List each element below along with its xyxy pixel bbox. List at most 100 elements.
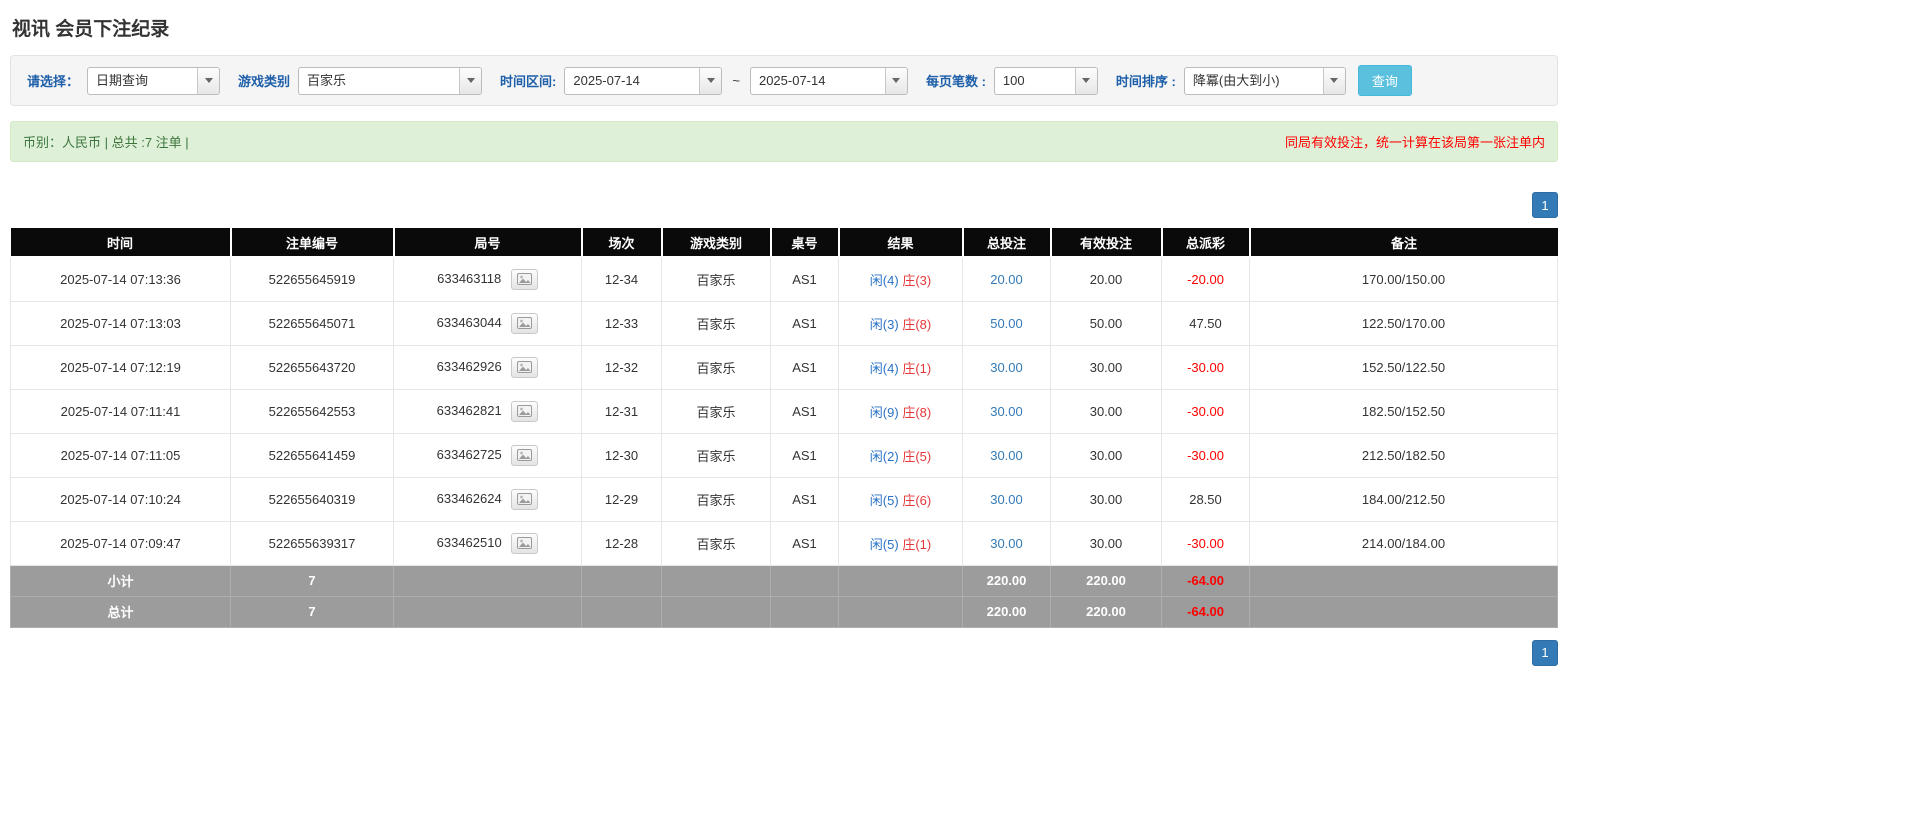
- cell-table-no: AS1: [770, 256, 839, 302]
- date-from-picker[interactable]: 2025-07-14: [564, 66, 723, 95]
- round-id-value: 633463118: [437, 270, 502, 286]
- cell-time: 2025-07-14 07:11:41: [10, 388, 231, 434]
- total-count: 7: [230, 595, 394, 628]
- query-type-select[interactable]: 日期查询: [87, 66, 221, 95]
- result-player: 闲(2): [869, 448, 899, 464]
- chevron-down-icon[interactable]: [459, 67, 482, 94]
- cell-empty: [661, 595, 771, 628]
- replay-button[interactable]: [511, 532, 539, 554]
- date-to-value: 2025-07-14: [758, 72, 826, 88]
- chevron-down-icon[interactable]: [197, 67, 220, 94]
- replay-button[interactable]: [510, 268, 538, 290]
- result-player: 闲(4): [869, 360, 899, 376]
- cell-bet-id: 522655645919: [230, 256, 394, 302]
- cell-table-no: AS1: [770, 520, 839, 566]
- cell-round-id: 633462821: [393, 388, 582, 434]
- bet-records-table: 时间 注单编号 局号 场次 游戏类别 桌号 结果 总投注 有效投注 总派彩 备注…: [10, 228, 1558, 628]
- cell-payout: -30.00: [1161, 520, 1250, 566]
- per-page-value: 100: [1002, 72, 1025, 88]
- subtotal-row: 小计 7 220.00 220.00 -64.00: [10, 564, 1558, 597]
- cell-total-bet[interactable]: 20.00: [962, 256, 1051, 302]
- cell-game-type: 百家乐: [661, 432, 771, 478]
- cell-session: 12-29: [581, 476, 662, 522]
- date-range-label: 时间区间:: [500, 74, 557, 89]
- cell-result: 闲(9) 庄(8): [838, 388, 963, 434]
- cell-session: 12-31: [581, 388, 662, 434]
- cell-empty: [770, 564, 839, 597]
- cell-remark: 212.50/182.50: [1249, 432, 1558, 478]
- cell-valid-bet: 30.00: [1050, 520, 1162, 566]
- replay-button[interactable]: [511, 400, 539, 422]
- cell-empty: [393, 595, 582, 628]
- currency-total-text: 币别：人民币 | 总共 :7 注单 |: [23, 135, 189, 150]
- subtotal-total-bet: 220.00: [962, 564, 1051, 597]
- subtotal-valid-bet: 220.00: [1050, 564, 1162, 597]
- sort-order-select[interactable]: 降冪(由大到小): [1183, 66, 1346, 95]
- chevron-down-icon[interactable]: [1074, 67, 1097, 94]
- cell-total-bet[interactable]: 50.00: [962, 300, 1051, 346]
- game-type-select[interactable]: 百家乐: [298, 66, 483, 95]
- search-button[interactable]: 查询: [1357, 65, 1412, 96]
- sort-order-value: 降冪(由大到小): [1192, 72, 1280, 88]
- cell-time: 2025-07-14 07:12:19: [10, 344, 231, 390]
- cell-table-no: AS1: [770, 388, 839, 434]
- cell-total-bet[interactable]: 30.00: [962, 432, 1051, 478]
- cell-table-no: AS1: [770, 476, 839, 522]
- cell-table-no: AS1: [770, 432, 839, 478]
- cell-bet-id: 522655640319: [230, 476, 394, 522]
- cell-empty: [1249, 564, 1558, 597]
- col-game-type: 游戏类别: [661, 228, 772, 258]
- table-row: 2025-07-14 07:10:24 522655640319 6334626…: [10, 476, 1558, 522]
- cell-time: 2025-07-14 07:13:36: [10, 256, 231, 302]
- replay-button[interactable]: [511, 444, 539, 466]
- cell-total-bet[interactable]: 30.00: [962, 520, 1051, 566]
- video-replay-icon: [517, 405, 533, 417]
- summary-bar: 币别：人民币 | 总共 :7 注单 | 同局有效投注，统一计算在该局第一张注单内: [10, 121, 1558, 162]
- chevron-down-icon[interactable]: [699, 67, 722, 94]
- cell-time: 2025-07-14 07:13:03: [10, 300, 231, 346]
- round-id-value: 633462624: [436, 490, 502, 506]
- range-separator: ~: [732, 73, 740, 88]
- replay-button[interactable]: [511, 356, 539, 378]
- col-valid-bet: 有效投注: [1050, 228, 1163, 258]
- cell-valid-bet: 30.00: [1050, 388, 1162, 434]
- col-table-no: 桌号: [770, 228, 840, 258]
- page-1-button[interactable]: 1: [1532, 192, 1558, 218]
- cell-total-bet[interactable]: 30.00: [962, 388, 1051, 434]
- cell-remark: 182.50/152.50: [1249, 388, 1558, 434]
- chevron-down-icon[interactable]: [884, 67, 907, 94]
- per-page-label: 每页笔数 :: [925, 74, 986, 89]
- result-banker: 庄(1): [902, 360, 932, 376]
- cell-total-bet[interactable]: 30.00: [962, 344, 1051, 390]
- col-remark: 备注: [1249, 228, 1558, 258]
- cell-result: 闲(3) 庄(8): [838, 300, 963, 346]
- query-type-value: 日期查询: [96, 72, 149, 88]
- cell-result: 闲(4) 庄(3): [838, 256, 963, 302]
- result-banker: 庄(8): [902, 404, 932, 420]
- result-banker: 庄(5): [902, 448, 932, 464]
- cell-valid-bet: 20.00: [1050, 256, 1162, 302]
- cell-session: 12-34: [581, 256, 662, 302]
- result-player: 闲(5): [869, 536, 899, 552]
- round-id-value: 633462510: [436, 534, 502, 550]
- per-page-select[interactable]: 100: [993, 66, 1098, 95]
- cell-table-no: AS1: [770, 344, 839, 390]
- subtotal-payout: -64.00: [1161, 564, 1250, 597]
- cell-time: 2025-07-14 07:11:05: [10, 432, 231, 478]
- date-to-picker[interactable]: 2025-07-14: [749, 66, 908, 95]
- col-bet-id: 注单编号: [230, 228, 395, 258]
- cell-game-type: 百家乐: [661, 476, 771, 522]
- cell-empty: [838, 564, 963, 597]
- cell-game-type: 百家乐: [661, 344, 771, 390]
- video-replay-icon: [516, 273, 532, 286]
- replay-button[interactable]: [511, 488, 539, 510]
- cell-empty: [581, 564, 662, 597]
- total-label: 总计: [10, 595, 231, 628]
- cell-payout: -30.00: [1161, 344, 1250, 390]
- chevron-down-icon[interactable]: [1322, 67, 1345, 94]
- replay-button[interactable]: [511, 312, 539, 334]
- cell-round-id: 633462510: [393, 520, 582, 566]
- page-1-button[interactable]: 1: [1532, 639, 1558, 666]
- total-payout: -64.00: [1161, 595, 1250, 628]
- cell-total-bet[interactable]: 30.00: [962, 476, 1051, 522]
